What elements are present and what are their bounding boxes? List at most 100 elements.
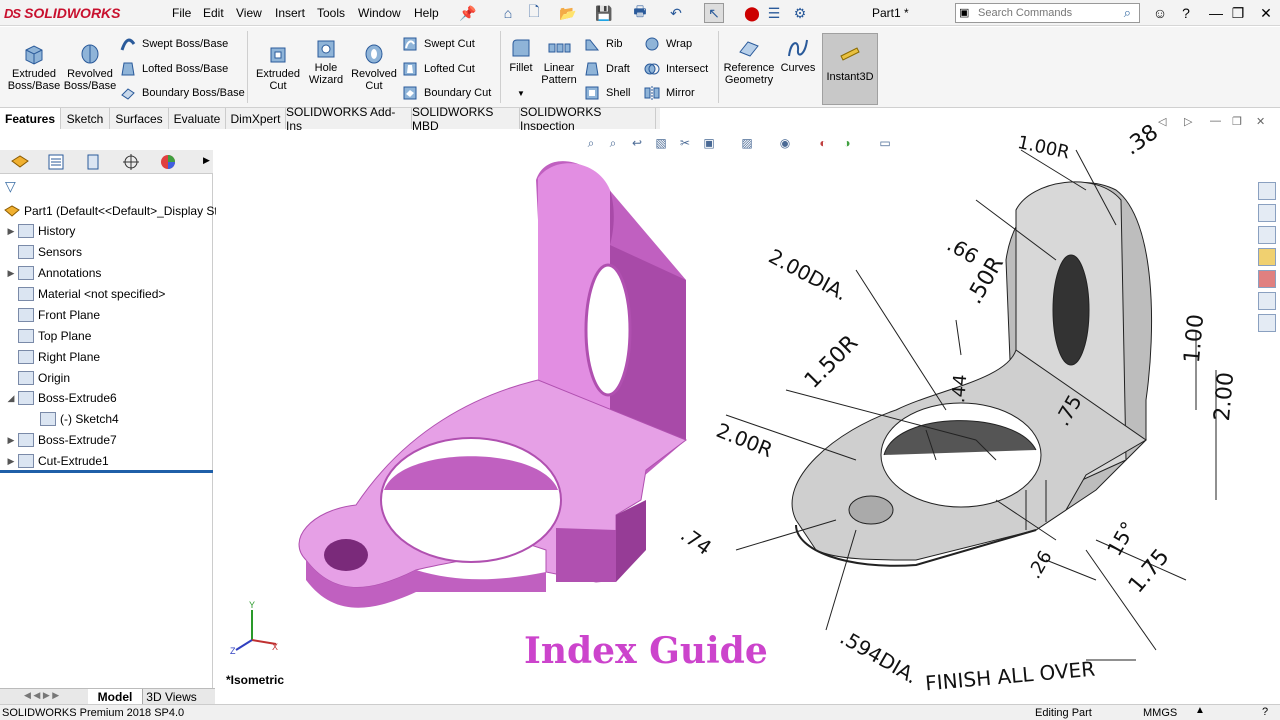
part-model[interactable] [298, 161, 688, 608]
menu-edit[interactable]: Edit [203, 6, 224, 20]
rollback-bar[interactable] [0, 470, 213, 473]
select-cursor-icon[interactable]: ↖ [704, 3, 724, 23]
boundary-boss-button[interactable]: Boundary Boss/Base [120, 85, 245, 101]
instant3d-button[interactable]: Instant3D [822, 33, 878, 105]
rebuild-icon[interactable]: ⬤ [742, 3, 762, 23]
expand-arrow-icon[interactable]: ▶ [4, 435, 18, 446]
dimxpert-manager-tab-icon[interactable] [121, 153, 141, 171]
menu-help[interactable]: Help [414, 6, 439, 20]
appearances-icon[interactable] [1258, 270, 1276, 288]
home-icon[interactable]: ⌂ [498, 3, 518, 23]
feature-manager-tab-icon[interactable] [10, 153, 30, 171]
tree-item[interactable]: ▶ Cut-Extrude1 [4, 451, 109, 471]
save-icon[interactable]: 💾 [594, 3, 614, 23]
menu-window[interactable]: Window [358, 6, 401, 20]
previous-view-icon[interactable]: ↩ [628, 134, 646, 152]
tree-item[interactable]: Material <not specified> [4, 284, 165, 304]
close-icon[interactable]: ✕ [1254, 3, 1278, 23]
boundary-cut-button[interactable]: Boundary Cut [402, 85, 491, 101]
manager-tabs-scroll-icon[interactable]: ▶ [203, 155, 210, 166]
solidworks-resources-icon[interactable] [1258, 182, 1276, 200]
intersect-button[interactable]: Intersect [644, 61, 708, 77]
viewport-close-icon[interactable]: ✕ [1256, 115, 1265, 128]
tree-item[interactable]: ▶ Annotations [4, 263, 101, 283]
apply-scene-icon[interactable]: ◑ [838, 134, 856, 152]
design-library-icon[interactable] [1258, 204, 1276, 222]
view-orientation-icon[interactable]: ▣ [700, 134, 718, 152]
draft-button[interactable]: Draft [584, 61, 630, 77]
mirror-button[interactable]: Mirror [644, 85, 695, 101]
expand-arrow-icon[interactable]: ▶ [4, 268, 18, 279]
new-document-icon[interactable]: 🗋 [524, 3, 544, 23]
hide-show-items-icon[interactable]: ◉ [776, 134, 794, 152]
swept-boss-button[interactable]: Swept Boss/Base [120, 36, 228, 52]
tab-model[interactable]: Model [88, 689, 142, 705]
revolved-cut-button[interactable]: Revolved Cut [348, 42, 400, 92]
restore-icon[interactable]: ❐ [1226, 3, 1250, 23]
pin-icon[interactable]: 📌 [458, 3, 478, 23]
search-icon[interactable]: ⌕ [1124, 5, 1131, 21]
display-manager-tab-icon[interactable] [158, 153, 178, 171]
tab-mbd[interactable]: SOLIDWORKS MBD [412, 105, 520, 133]
fillet-dropdown-icon[interactable]: ▼ [517, 88, 525, 100]
tree-item[interactable]: Origin [4, 368, 70, 388]
help-icon[interactable]: ? [1262, 706, 1268, 718]
rib-button[interactable]: Rib [584, 36, 623, 52]
unit-dropdown-icon[interactable]: ▲ [1195, 705, 1205, 716]
swept-cut-button[interactable]: Swept Cut [402, 36, 475, 52]
tab-3d-views[interactable]: 3D Views [142, 689, 200, 705]
menu-insert[interactable]: Insert [275, 6, 305, 20]
filter-icon[interactable]: ▽ [5, 178, 16, 195]
zoom-area-icon[interactable]: ⌕ [604, 134, 622, 152]
print-icon[interactable]: 🖶 [630, 3, 650, 23]
tree-item[interactable]: Sensors [4, 242, 82, 262]
view-settings-icon[interactable]: ▭ [876, 134, 894, 152]
tab-evaluate[interactable]: Evaluate [169, 108, 226, 129]
forum-icon[interactable] [1258, 314, 1276, 332]
menu-tools[interactable]: Tools [317, 6, 345, 20]
undo-icon[interactable]: ↶ [666, 3, 686, 23]
property-manager-tab-icon[interactable] [46, 153, 66, 171]
tab-sketch[interactable]: Sketch [61, 108, 110, 129]
tab-scroll-arrows[interactable]: ◀ ◀ ▶ ▶ [24, 690, 59, 701]
hole-wizard-button[interactable]: Hole Wizard [304, 36, 348, 86]
dynamic-annotation-icon[interactable]: ✂ [676, 134, 694, 152]
curves-button[interactable]: Curves [778, 36, 818, 74]
edit-appearance-icon[interactable]: ◐ [814, 134, 832, 152]
viewport-next-icon[interactable]: ▷ [1184, 115, 1192, 128]
tab-inspection[interactable]: SOLIDWORKS Inspection [520, 105, 656, 133]
tree-item[interactable]: Right Plane [4, 347, 100, 367]
help-question-icon[interactable]: ? [1174, 3, 1198, 23]
expand-arrow-icon[interactable]: ▶ [4, 226, 18, 237]
open-folder-icon[interactable]: 📂 [558, 3, 578, 23]
user-icon[interactable]: ☺ [1148, 3, 1172, 23]
file-properties-icon[interactable]: ☰ [764, 3, 784, 23]
extruded-cut-button[interactable]: Extruded Cut [252, 42, 304, 92]
linear-pattern-button[interactable]: Linear Pattern [538, 36, 580, 86]
viewport-minimize-icon[interactable]: — [1210, 115, 1221, 127]
unit-system[interactable]: MMGS [1143, 707, 1177, 719]
tree-item[interactable]: ▶ Boss-Extrude7 [4, 430, 117, 450]
collapse-arrow-icon[interactable]: ◢ [4, 393, 18, 404]
graphics-area[interactable]: Y X Z [216, 130, 1256, 688]
configuration-manager-tab-icon[interactable] [84, 153, 104, 171]
tab-features[interactable]: Features [0, 108, 61, 129]
tab-addins[interactable]: SOLIDWORKS Add-Ins [286, 105, 412, 133]
tab-dimxpert[interactable]: DimXpert [226, 108, 286, 129]
tree-item[interactable]: ◢ Boss-Extrude6 [4, 388, 117, 408]
shell-button[interactable]: Shell [584, 85, 630, 101]
display-style-icon[interactable]: ▨ [738, 134, 756, 152]
lofted-boss-button[interactable]: Lofted Boss/Base [120, 61, 228, 77]
custom-properties-icon[interactable] [1258, 292, 1276, 310]
wrap-button[interactable]: Wrap [644, 36, 692, 52]
options-gear-icon[interactable]: ⚙ [790, 3, 810, 23]
menu-view[interactable]: View [236, 6, 262, 20]
expand-arrow-icon[interactable]: ▶ [4, 456, 18, 467]
view-palette-icon[interactable] [1258, 248, 1276, 266]
tree-item[interactable]: ▶ History [4, 221, 75, 241]
reference-geometry-button[interactable]: Reference Geometry [722, 36, 776, 86]
tab-surfaces[interactable]: Surfaces [110, 108, 169, 129]
viewport-prev-icon[interactable]: ◁ [1158, 115, 1166, 128]
tree-item[interactable]: Top Plane [4, 326, 91, 346]
solidworks-logo[interactable]: DS SOLIDWORKS [4, 2, 140, 24]
